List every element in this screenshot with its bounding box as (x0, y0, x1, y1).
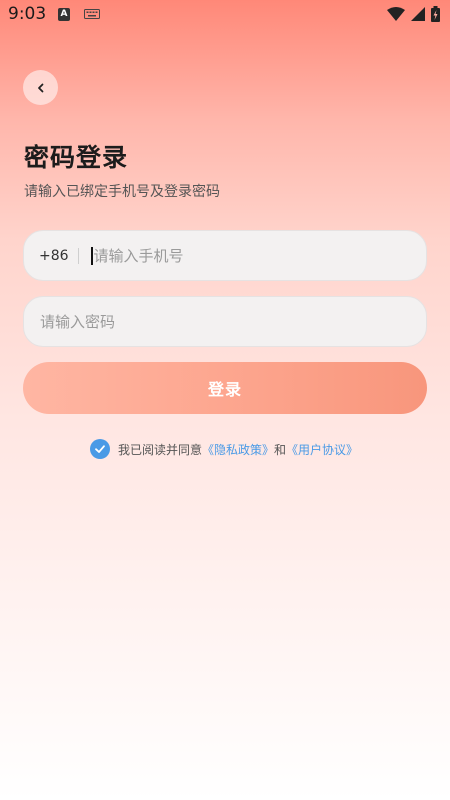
country-code[interactable]: +86 (39, 248, 69, 264)
wifi-icon (387, 7, 405, 21)
signal-icon (411, 7, 425, 21)
text-cursor (90, 246, 93, 265)
back-button[interactable] (23, 70, 58, 105)
battery-icon (431, 6, 440, 22)
agreement-connector: 和 (274, 442, 287, 457)
agreement-checkbox[interactable] (90, 439, 110, 459)
agreement-prefix: 我已阅读并同意 (118, 442, 203, 457)
status-time: 9:03 (8, 4, 47, 24)
login-button[interactable]: 登录 (23, 362, 427, 414)
status-icons (387, 6, 440, 22)
keyboard-icon (84, 9, 100, 19)
agreement-row: 我已阅读并同意 《隐私政策》 和 《用户协议》 (90, 438, 358, 460)
page-title: 密码登录 (24, 143, 129, 172)
chevron-left-icon (37, 83, 43, 92)
user-agreement-link[interactable]: 《用户协议》 (286, 441, 358, 458)
privacy-policy-link[interactable]: 《隐私政策》 (202, 441, 274, 458)
checkmark-icon (95, 445, 105, 453)
page-subtitle: 请输入已绑定手机号及登录密码 (24, 184, 220, 200)
notification-a-icon: A (58, 8, 70, 21)
field-divider (77, 247, 79, 264)
password-input[interactable] (40, 312, 320, 331)
phone-field[interactable]: +86 (23, 230, 427, 281)
password-field[interactable] (23, 296, 427, 347)
phone-input[interactable] (93, 246, 374, 265)
status-bar: 9:03 A (0, 0, 450, 32)
